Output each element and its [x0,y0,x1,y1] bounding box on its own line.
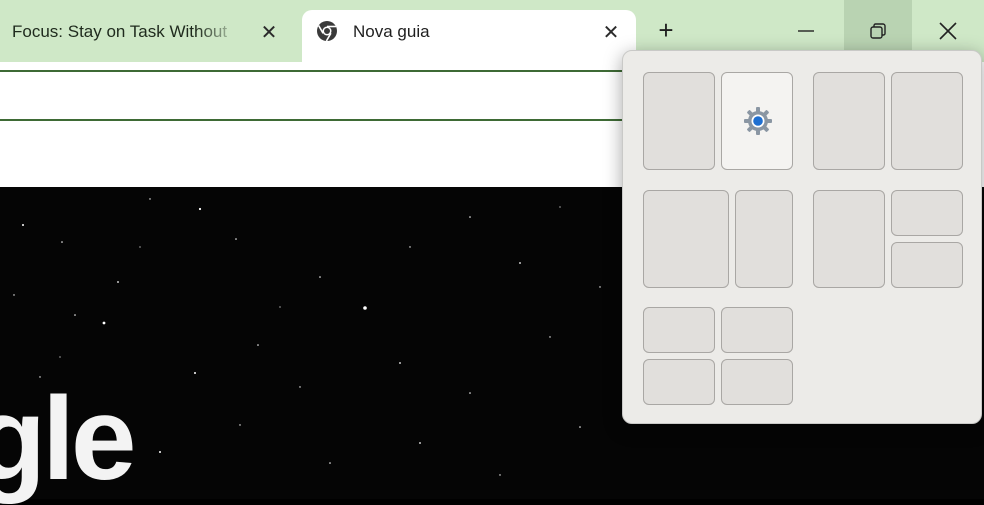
snap-zone-top-right[interactable] [891,190,963,236]
snap-zone-bottom-left-quadrant[interactable] [643,359,715,405]
snap-zone-left[interactable] [813,190,885,288]
snap-zone-wide[interactable] [643,190,729,288]
address-bar[interactable] [0,70,625,121]
tab-close-button[interactable]: ✕ [598,19,624,45]
new-tab-button[interactable]: + [652,15,680,45]
snap-zone-left-half[interactable] [643,72,715,170]
snap-zone-top-left-quadrant[interactable] [643,307,715,353]
snap-zone-top-right-quadrant[interactable] [721,307,793,353]
tab-title-fade [196,22,242,44]
snap-zone-bottom-right-quadrant[interactable] [721,359,793,405]
snap-zone-right-half[interactable] [891,72,963,170]
chrome-icon [317,21,337,42]
snap-layouts-flyout [622,50,982,424]
minimize-icon [798,30,814,32]
snap-zone-left-half[interactable] [813,72,885,170]
tab-title: Nova guia [353,22,430,41]
tab-close-button[interactable]: ✕ [256,19,282,45]
close-icon [939,22,957,40]
tab-focus[interactable]: Focus: Stay on Task Without ✕ [0,8,300,62]
google-logo-fragment: gle [0,373,136,505]
snap-zone-narrow[interactable] [735,190,793,288]
snap-zone-right-half[interactable] [721,72,793,170]
restore-icon [870,23,886,39]
gear-icon [744,107,772,135]
snap-zone-bottom-right[interactable] [891,242,963,288]
tab-nova-guia[interactable]: Nova guia ✕ [302,10,636,62]
